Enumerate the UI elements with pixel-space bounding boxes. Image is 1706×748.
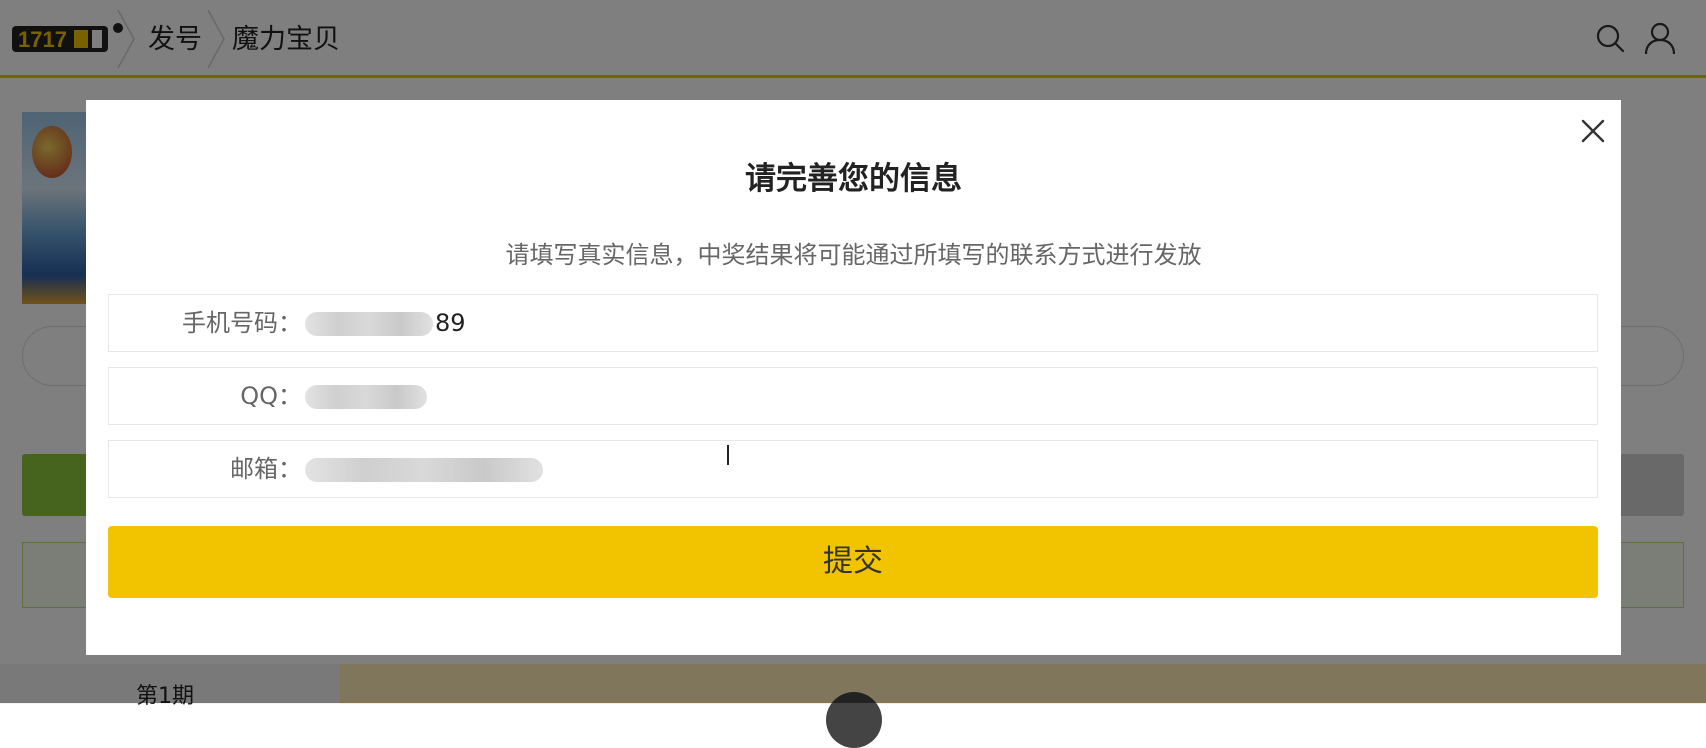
redacted-text (305, 458, 543, 482)
phone-visible-digits: 89 (435, 309, 466, 337)
phone-input[interactable]: 89 (305, 295, 1585, 351)
phone-field-label: 手机号码： (182, 309, 302, 337)
qq-field-label: QQ： (240, 382, 302, 410)
email-field-label: 邮箱： (230, 455, 302, 483)
email-field[interactable]: 邮箱： (108, 440, 1598, 498)
modal-subtitle: 请填写真实信息，中奖结果将可能通过所填写的联系方式进行发放 (505, 241, 1202, 269)
qq-input[interactable] (305, 368, 1585, 424)
modal-title: 请完善您的信息 (745, 161, 962, 197)
close-icon[interactable] (1578, 116, 1608, 146)
submit-button[interactable]: 提交 (108, 526, 1598, 598)
redacted-text (305, 385, 427, 409)
info-modal: 请完善您的信息 请填写真实信息，中奖结果将可能通过所填写的联系方式进行发放 手机… (86, 100, 1621, 655)
redacted-text (305, 312, 433, 336)
text-cursor (727, 445, 729, 465)
qq-field[interactable]: QQ： (108, 367, 1598, 425)
email-input[interactable] (305, 441, 1585, 497)
phone-field[interactable]: 手机号码： 89 (108, 294, 1598, 352)
